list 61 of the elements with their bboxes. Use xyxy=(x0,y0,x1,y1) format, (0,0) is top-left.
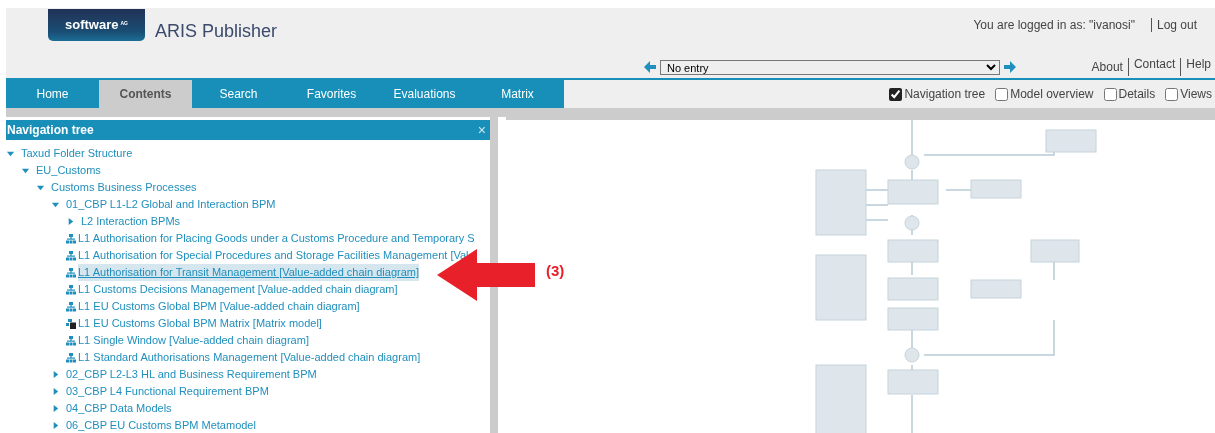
checkbox-label: Navigation tree xyxy=(904,86,986,103)
tree-item[interactable]: Customs Business Processes xyxy=(51,179,197,196)
scrollbar[interactable] xyxy=(490,117,498,433)
tree-item[interactable]: 01_CBP L1-L2 Global and Interaction BPM xyxy=(66,196,276,213)
forward-arrow-icon[interactable] xyxy=(1004,61,1016,73)
hierarchy-icon xyxy=(66,250,76,261)
panel-title: Navigation tree xyxy=(7,122,94,139)
view-checkbox[interactable] xyxy=(995,88,1009,101)
tree-item[interactable]: Taxud Folder Structure xyxy=(21,145,133,162)
header-link[interactable]: Contact xyxy=(1127,58,1176,76)
collapse-triangle-icon[interactable] xyxy=(51,370,60,379)
tree-item[interactable]: EU_Customs xyxy=(36,162,101,179)
checkbox-label: Model overview xyxy=(1010,86,1094,103)
view-checkbox[interactable] xyxy=(889,88,903,101)
checkbox-label: Views xyxy=(1180,86,1212,103)
nav-tab[interactable]: Home xyxy=(6,80,99,108)
login-status: You are logged in as: "ivanosi" xyxy=(973,18,1135,32)
nav-tab[interactable]: Matrix xyxy=(471,80,564,108)
collapse-triangle-icon[interactable] xyxy=(66,217,75,226)
hierarchy-icon xyxy=(66,352,76,363)
view-checkbox[interactable] xyxy=(1165,88,1179,101)
expand-triangle-icon[interactable] xyxy=(51,200,60,209)
hierarchy-icon xyxy=(66,284,76,295)
hierarchy-icon xyxy=(66,335,76,346)
collapse-triangle-icon[interactable] xyxy=(51,404,60,413)
tree-item[interactable]: 02_CBP L2-L3 HL and Business Requirement BPM xyxy=(66,366,317,383)
tree-item[interactable]: L1 EU Customs Global BPM [Value-added chain diagram] xyxy=(78,298,360,315)
logout-link[interactable]: Log out xyxy=(1150,18,1197,32)
collapse-triangle-icon[interactable] xyxy=(51,387,60,396)
tree-item[interactable]: L1 Standard Authorisations Management [Value-added chain diagram] xyxy=(78,349,421,366)
matrix-icon xyxy=(66,318,76,329)
expand-triangle-icon[interactable] xyxy=(6,149,15,158)
callout-label: (3) xyxy=(546,261,565,281)
app-title: ARIS Publisher xyxy=(155,20,278,43)
tree-item[interactable]: L1 Authorisation for Placing Goods under a Customs Procedure and Temporary S xyxy=(78,230,475,247)
close-button[interactable]: × xyxy=(477,123,486,137)
expand-triangle-icon[interactable] xyxy=(36,183,45,192)
header-link[interactable]: Help xyxy=(1180,58,1211,76)
expand-triangle-icon[interactable] xyxy=(21,166,30,175)
tree-item[interactable]: L1 EU Customs Global BPM Matrix [Matrix model] xyxy=(78,315,322,332)
tree-item[interactable]: L2 Interaction BPMs xyxy=(81,213,181,230)
hierarchy-icon xyxy=(66,233,76,244)
software-logo: software$^{AG}$ xyxy=(48,9,145,41)
nav-tab[interactable]: Evaluations xyxy=(378,80,471,108)
tree-item[interactable]: 06_CBP EU Customs BPM Metamodel xyxy=(66,417,256,433)
header-link[interactable]: About xyxy=(1091,58,1123,76)
tree-item[interactable]: L1 Customs Decisions Management [Value-added chain diagram] xyxy=(78,281,398,298)
nav-tab[interactable]: Search xyxy=(192,80,285,108)
tree-item[interactable]: 04_CBP Data Models xyxy=(66,400,172,417)
hierarchy-icon xyxy=(66,267,76,278)
history-dropdown[interactable]: No entry xyxy=(660,59,1000,75)
tree-item[interactable]: L1 Authorisation for Transit Management [Value-added chain diagram] xyxy=(78,264,419,281)
hierarchy-icon xyxy=(66,301,76,312)
tree-item[interactable]: L1 Single Window [Value-added chain diagram] xyxy=(78,332,309,349)
tree-item[interactable]: 03_CBP L4 Functional Requirement BPM xyxy=(66,383,269,400)
checkbox-label: Details xyxy=(1118,86,1156,103)
back-arrow-icon[interactable] xyxy=(644,61,656,73)
collapse-triangle-icon[interactable] xyxy=(51,421,60,430)
nav-tab[interactable]: Favorites xyxy=(285,80,378,108)
view-checkbox[interactable] xyxy=(1103,88,1117,101)
nav-tab[interactable]: Contents xyxy=(99,80,192,108)
